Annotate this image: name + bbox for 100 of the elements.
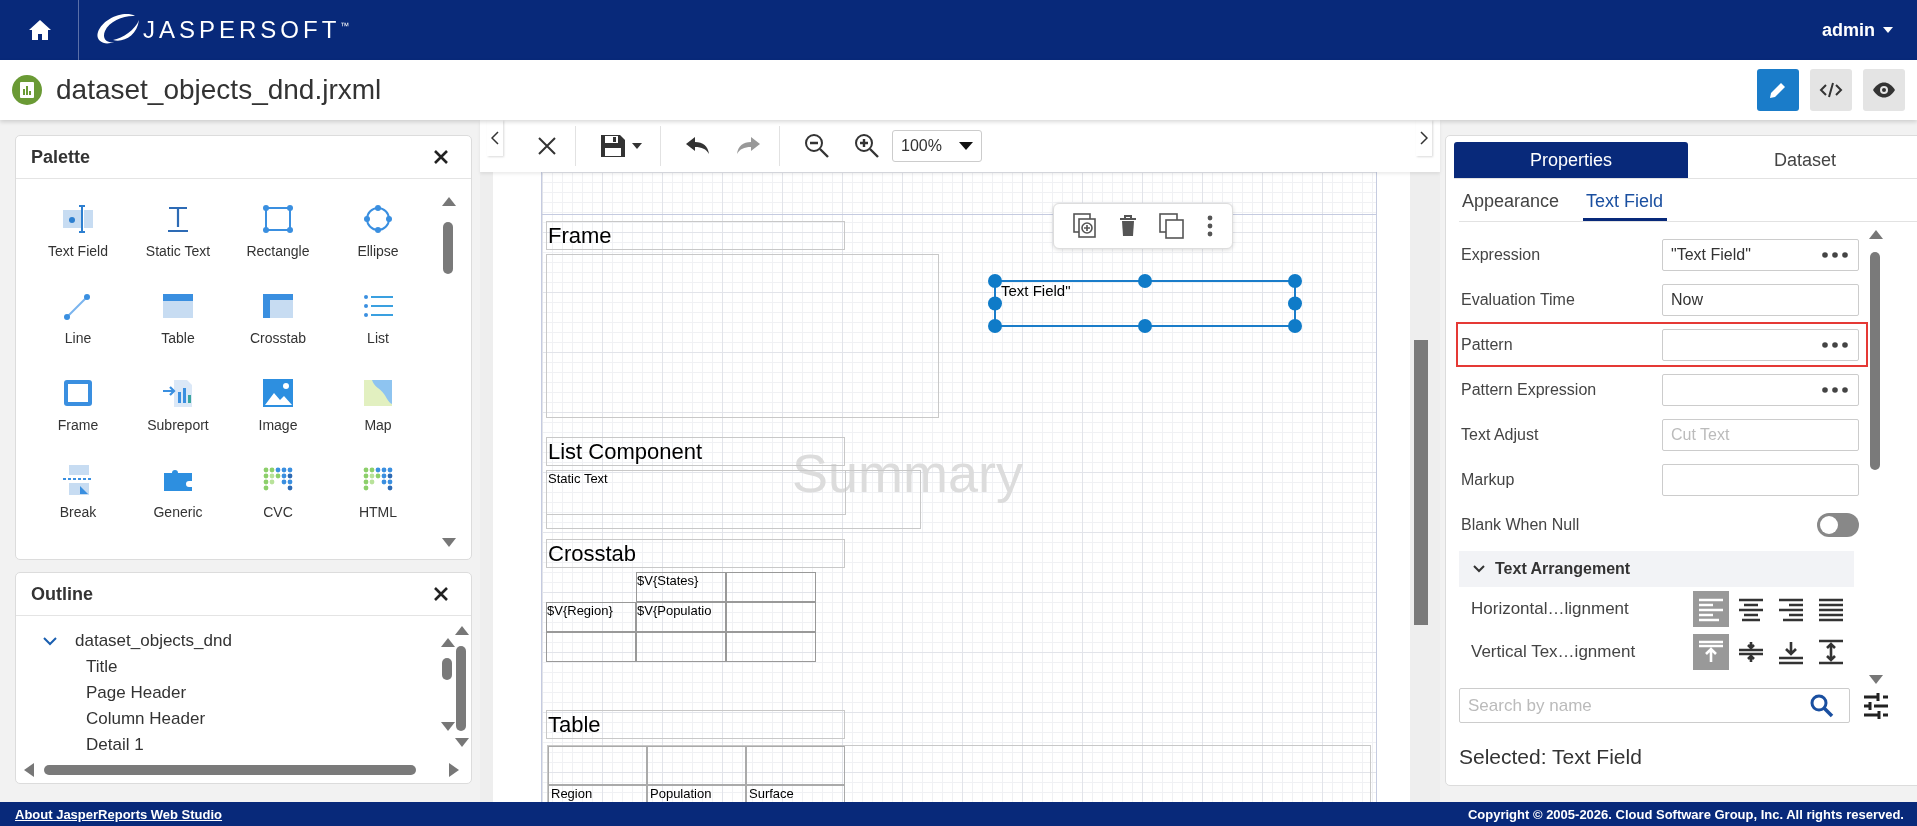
palette-item[interactable]: HTML xyxy=(328,462,428,549)
zoom-in-icon[interactable] xyxy=(854,133,880,159)
logo-text: JASPERSOFT$^{™}$ xyxy=(143,16,350,44)
field-label: Evaluation Time xyxy=(1461,290,1575,309)
palette-item[interactable]: List xyxy=(328,288,428,375)
palette-item[interactable]: Map xyxy=(328,375,428,462)
copy-icon[interactable] xyxy=(1159,213,1185,239)
palette-item[interactable]: Break xyxy=(28,462,128,549)
crosstab-cell[interactable]: $V{States} xyxy=(636,572,726,602)
crosstab-cell[interactable]: $V{Populatio xyxy=(636,602,726,632)
more-icon[interactable] xyxy=(1822,386,1848,393)
field-label: Text Adjust xyxy=(1461,425,1539,444)
palette-item[interactable]: Subreport xyxy=(128,375,228,462)
input-field[interactable] xyxy=(1662,463,1859,496)
field-label: Pattern Expression xyxy=(1461,380,1597,399)
tree-item[interactable]: Column Header xyxy=(86,709,206,729)
sub-tab[interactable]: Appearance xyxy=(1459,191,1564,221)
table-cell[interactable] xyxy=(647,746,746,785)
home-icon[interactable] xyxy=(27,18,53,42)
copyright-text: Copyright © 2005-2026. Cloud Software Group, Inc. All rights reserved. xyxy=(1467,806,1904,822)
palette-item[interactable]: Frame xyxy=(28,375,128,462)
undo-icon[interactable] xyxy=(685,136,711,156)
close-icon[interactable] xyxy=(537,136,557,156)
save-icon[interactable] xyxy=(600,134,626,158)
more-icon[interactable] xyxy=(1822,341,1848,348)
caret-icon xyxy=(1883,27,1893,33)
table-title[interactable]: Table xyxy=(546,710,845,739)
palette-item[interactable]: Line xyxy=(28,288,128,375)
eye-icon xyxy=(1872,82,1896,98)
close-icon[interactable] xyxy=(433,149,449,165)
pencil-icon xyxy=(1768,80,1788,100)
collapse-button[interactable] xyxy=(1416,120,1432,156)
search-icon[interactable] xyxy=(1810,694,1834,718)
static-text-element[interactable]: Static Text xyxy=(546,470,846,515)
tree-item[interactable]: dataset_objects_dnd xyxy=(75,631,232,651)
palette-item[interactable]: Generic xyxy=(128,462,228,549)
table-cell[interactable] xyxy=(746,746,845,785)
list-title[interactable]: List Component xyxy=(546,437,845,466)
crosstab-title[interactable]: Crosstab xyxy=(546,539,845,568)
close-icon[interactable] xyxy=(433,586,449,602)
report-icon xyxy=(12,75,42,105)
chevron-down-icon[interactable] xyxy=(43,636,57,646)
tree-item[interactable]: Page Header xyxy=(86,683,187,703)
code-icon xyxy=(1819,81,1843,99)
input-field[interactable]: "Text Field" xyxy=(1662,238,1859,271)
document-title: dataset_objects_dnd.jrxml xyxy=(56,74,382,106)
zoom-dropdown[interactable]: 100% xyxy=(892,130,982,162)
crosstab-cell[interactable] xyxy=(636,632,726,662)
about-link[interactable]: About JasperReports Web Studio xyxy=(15,806,223,822)
panel-tab[interactable]: Properties xyxy=(1454,142,1688,178)
palette-item[interactable]: Image xyxy=(228,375,328,462)
more-vertical-icon[interactable] xyxy=(1207,215,1213,237)
palette-item[interactable]: CVC xyxy=(228,462,328,549)
crosstab-cell[interactable] xyxy=(546,632,636,662)
palette-item[interactable]: Rectangle xyxy=(228,201,328,288)
filter-settings-icon[interactable] xyxy=(1862,691,1890,720)
input-field[interactable] xyxy=(1662,328,1859,361)
crosstab-cell[interactable] xyxy=(726,632,816,662)
zoom-out-icon[interactable] xyxy=(804,133,830,159)
crosstab-cell[interactable] xyxy=(726,602,816,632)
search-field[interactable]: Search by name xyxy=(1459,688,1850,723)
palette-item[interactable]: Static Text xyxy=(128,201,228,288)
panel-title: Outline xyxy=(31,583,93,605)
table-cell[interactable] xyxy=(548,746,647,785)
align-stretch-icon xyxy=(1816,637,1846,666)
panel-title: Palette xyxy=(31,146,91,168)
source-mode-button[interactable] xyxy=(1810,69,1852,111)
field-label: Pattern xyxy=(1461,335,1513,354)
trash-icon[interactable] xyxy=(1119,215,1137,237)
scrollbar[interactable] xyxy=(1868,230,1882,684)
scrollbar[interactable] xyxy=(441,197,455,547)
field-label: Blank When Null xyxy=(1461,515,1580,534)
field-label: Expression xyxy=(1461,245,1541,264)
design-mode-button[interactable] xyxy=(1757,69,1799,111)
palette-item[interactable]: Ellipse xyxy=(328,201,428,288)
field-label: Vertical Tex…ignment xyxy=(1471,641,1637,662)
palette-item[interactable]: Table xyxy=(128,288,228,375)
input-field[interactable]: Now xyxy=(1662,283,1859,316)
more-icon[interactable] xyxy=(1822,251,1848,258)
field-label: Markup xyxy=(1461,470,1515,489)
frame-title[interactable]: Frame xyxy=(546,221,845,250)
palette-item[interactable]: Text Field xyxy=(28,201,128,288)
section-header[interactable]: Text Arrangement xyxy=(1459,551,1854,587)
panel-tab[interactable]: Dataset xyxy=(1688,142,1917,178)
scrollbar[interactable] xyxy=(454,626,468,747)
input-field[interactable] xyxy=(1662,373,1859,406)
tree-item[interactable]: Detail 1 xyxy=(86,735,144,755)
add-copy-icon[interactable] xyxy=(1073,213,1097,239)
crosstab-cell[interactable] xyxy=(726,572,816,602)
toggle-switch[interactable] xyxy=(1817,512,1859,537)
caret-icon[interactable] xyxy=(632,143,642,149)
palette-item[interactable]: Crosstab xyxy=(228,288,328,375)
user-menu[interactable]: admin xyxy=(1822,19,1893,41)
crosstab-cell[interactable]: $V{Region} xyxy=(546,602,636,632)
scrollbar[interactable] xyxy=(24,763,459,777)
tree-item[interactable]: Title xyxy=(86,657,118,677)
sub-tab[interactable]: Text Field xyxy=(1583,191,1668,221)
collapse-button[interactable] xyxy=(487,120,503,156)
field-label: Horizontal…lignment xyxy=(1471,598,1630,619)
preview-mode-button[interactable] xyxy=(1863,69,1905,111)
